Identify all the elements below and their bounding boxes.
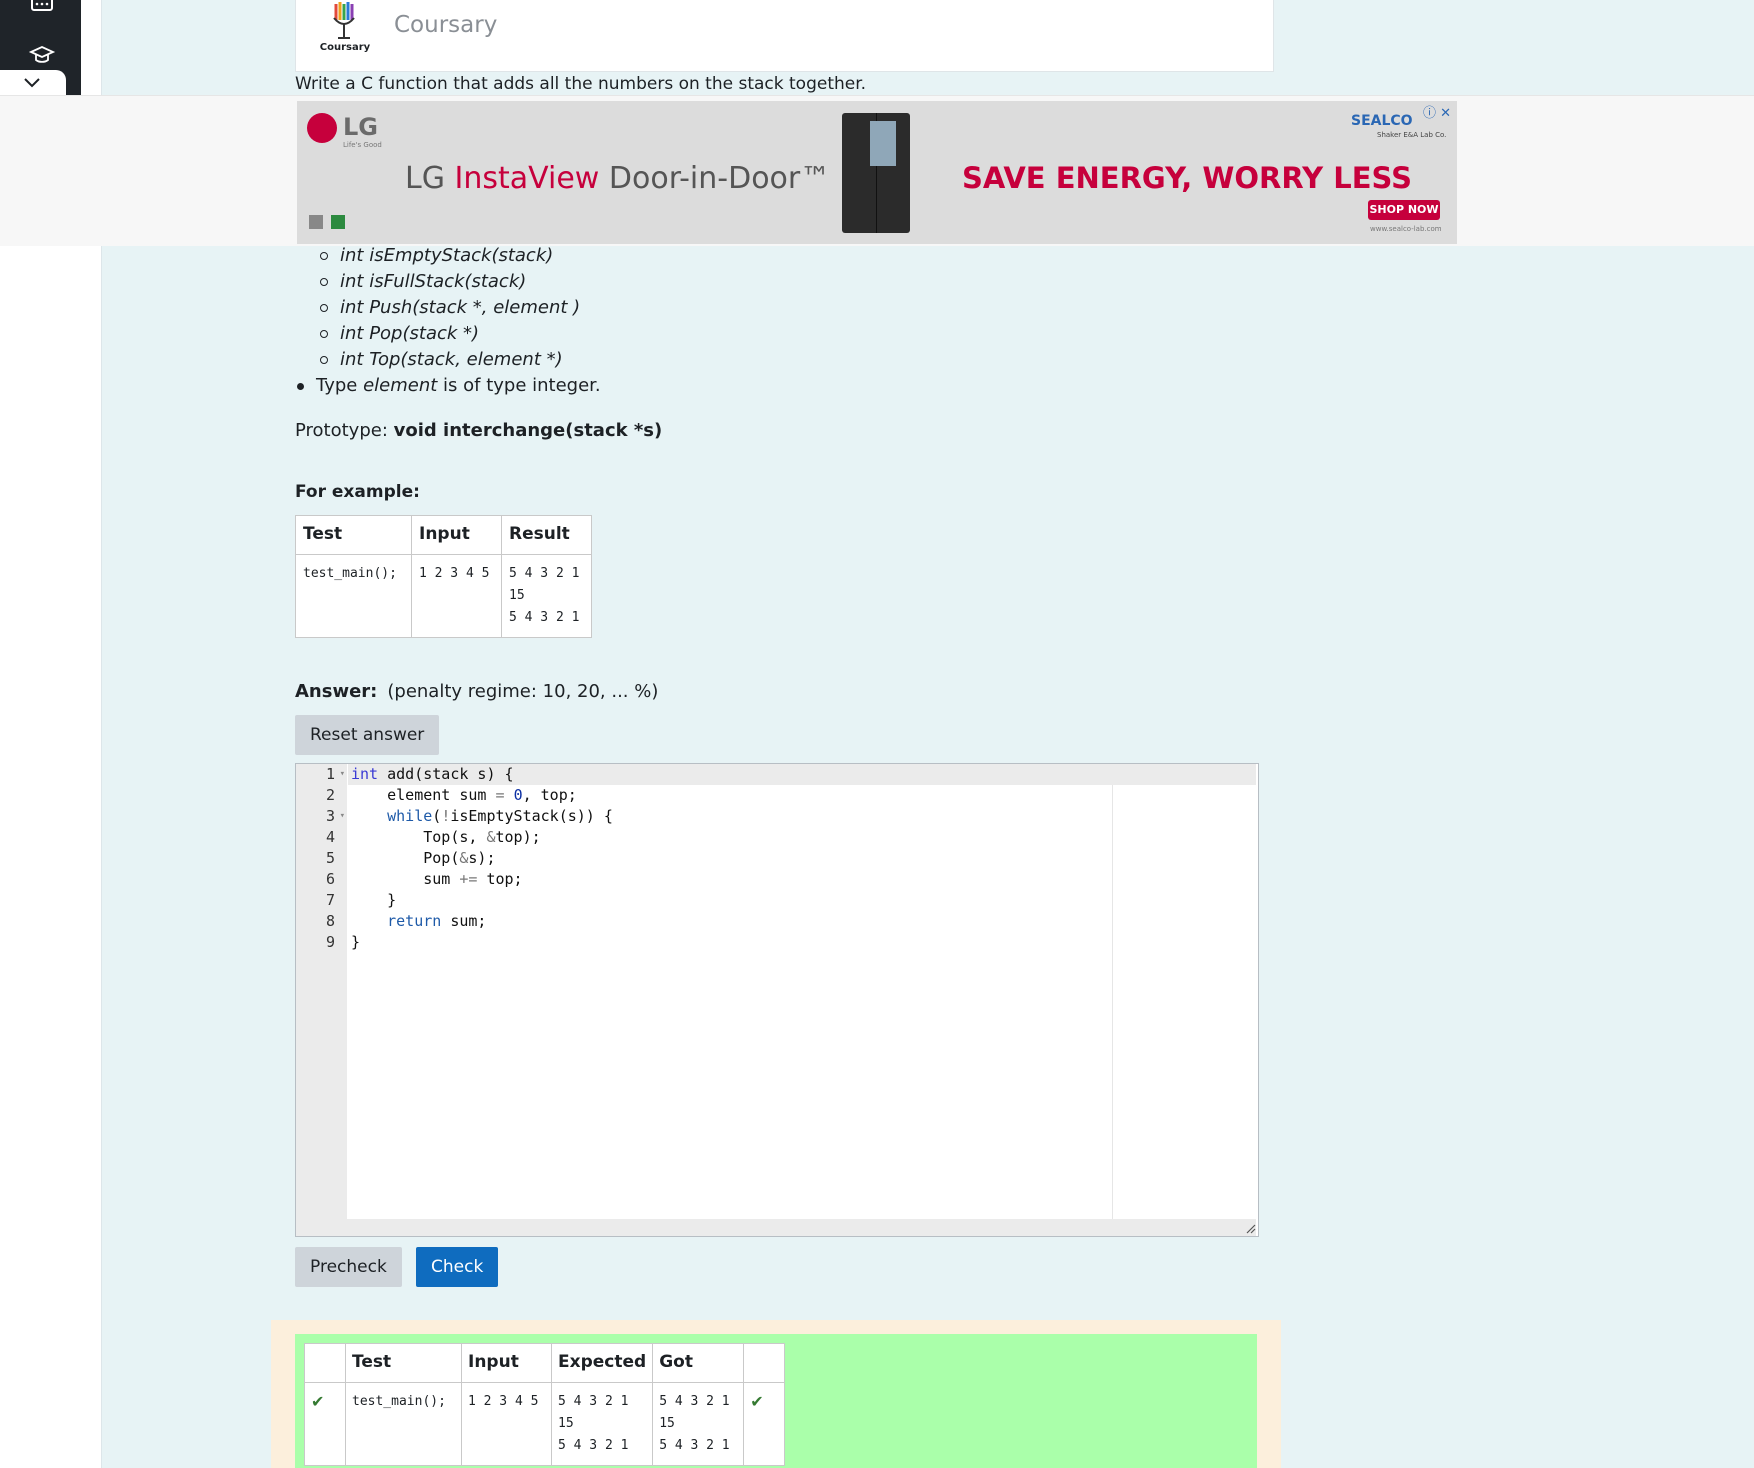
stack-function-list: int isEmptyStack(stack) int isFullStack(… xyxy=(320,243,580,373)
left-nav-drawer xyxy=(0,0,81,96)
site-brand-name[interactable]: Coursary xyxy=(394,12,497,38)
column-header: Test xyxy=(295,515,412,555)
column-header: Input xyxy=(461,1343,552,1383)
refrigerator-image xyxy=(842,113,910,233)
lg-logo-icon xyxy=(307,113,337,143)
type-element-note: Type element is of type integer. xyxy=(297,375,601,396)
question-intro: Write a C function that adds all the num… xyxy=(295,74,867,94)
ad-url: www.sealco-lab.com xyxy=(1370,225,1442,233)
answer-label: Answer: xyxy=(295,681,378,702)
column-header: Input xyxy=(411,515,502,555)
code-line[interactable]: } xyxy=(348,932,1256,953)
code-content[interactable]: int add(stack s) { element sum = 0, top;… xyxy=(348,764,1256,953)
course-header-card: Coursary Coursary xyxy=(295,0,1274,72)
column-header: Expected xyxy=(550,1343,654,1383)
resize-handle-icon[interactable] xyxy=(1246,1224,1256,1234)
code-line[interactable]: element sum = 0, top; xyxy=(348,785,1256,806)
code-line[interactable]: return sum; xyxy=(348,911,1256,932)
code-line[interactable]: sum += top; xyxy=(348,869,1256,890)
check-button[interactable]: Check xyxy=(416,1247,499,1287)
check-mark-icon: ✔ xyxy=(311,1392,325,1411)
table-row: test_main(); 1 2 3 4 5 5 4 3 2 1 15 5 4 3 … xyxy=(295,554,592,638)
column-header: Result xyxy=(501,515,592,555)
ad-sponsor-logo: SEALCO xyxy=(1351,113,1413,129)
editor-footer xyxy=(296,1219,1256,1236)
example-table: Test Input Result test_main(); 1 2 3 4 5… xyxy=(295,515,592,638)
prototype-value: void interchange(stack *s) xyxy=(393,420,663,441)
chevron-down-icon xyxy=(24,78,40,88)
advertisement[interactable]: LG Life's Good LG InstaView Door-in-Door… xyxy=(297,101,1457,244)
table-row: ✔ test_main(); 1 2 3 4 5 5 4 3 2 1 15 5 4 … xyxy=(304,1382,786,1466)
column-header: Got xyxy=(652,1343,745,1383)
calendar-icon[interactable] xyxy=(28,0,56,16)
logo-caption: Coursary xyxy=(319,42,371,53)
ad-sponsor-sub: Shaker E&A Lab Co. xyxy=(1377,131,1447,139)
ad-slogan: SAVE ENERGY, WORRY LESS xyxy=(962,161,1412,195)
reset-answer-button[interactable]: Reset answer xyxy=(295,715,440,755)
ad-brand-tagline: Life's Good xyxy=(343,141,382,149)
code-line[interactable]: while(!isEmptyStack(s)) { xyxy=(348,806,1256,827)
code-editor[interactable]: 1 2 3 4 5 6 7 8 9 int add(stack s) { ele… xyxy=(295,763,1259,1237)
list-item: int Pop(stack *) xyxy=(320,321,580,347)
coursary-logo[interactable]: Coursary xyxy=(316,0,374,60)
prototype-line: Prototype: void interchange(stack *s) xyxy=(295,420,663,441)
code-line[interactable]: Pop(&s); xyxy=(348,848,1256,869)
for-example-heading: For example: xyxy=(295,482,420,502)
answer-heading: Answer: (penalty regime: 10, 20, ... %) xyxy=(295,681,658,702)
code-line[interactable]: int add(stack s) { xyxy=(348,764,1256,785)
list-item: int Push(stack *, element ) xyxy=(320,295,580,321)
column-header: Test xyxy=(345,1343,462,1383)
ad-info-close-icons[interactable]: ⓘ ✕ xyxy=(1423,102,1451,121)
editor-gutter: 1 2 3 4 5 6 7 8 9 xyxy=(296,764,347,1234)
ad-product-highlight: InstaView xyxy=(454,161,600,196)
ad-certification-icons xyxy=(309,215,345,229)
ad-product-prefix: LG xyxy=(405,161,455,196)
list-item: int Top(stack, element *) xyxy=(320,347,580,373)
list-item: int isEmptyStack(stack) xyxy=(320,243,580,269)
precheck-button[interactable]: Precheck xyxy=(295,1247,402,1287)
list-item: int isFullStack(stack) xyxy=(320,269,580,295)
ad-product-suffix: Door-in-Door™ xyxy=(599,161,831,196)
graduation-cap-icon[interactable] xyxy=(28,44,56,66)
shop-now-button[interactable]: SHOP NOW xyxy=(1368,200,1440,220)
menorah-logo-icon xyxy=(333,2,355,39)
collapse-nav-button[interactable] xyxy=(0,70,66,96)
check-mark-icon: ✔ xyxy=(750,1392,764,1411)
ad-product-name: LG InstaView Door-in-Door™ xyxy=(405,161,830,196)
code-line[interactable]: } xyxy=(348,890,1256,911)
penalty-regime: (penalty regime: 10, 20, ... %) xyxy=(387,681,659,702)
results-table: Test Input Expected Got ✔ test_main(); 1… xyxy=(304,1343,786,1466)
ad-brand: LG xyxy=(343,113,378,141)
code-line[interactable]: Top(s, &top); xyxy=(348,827,1256,848)
